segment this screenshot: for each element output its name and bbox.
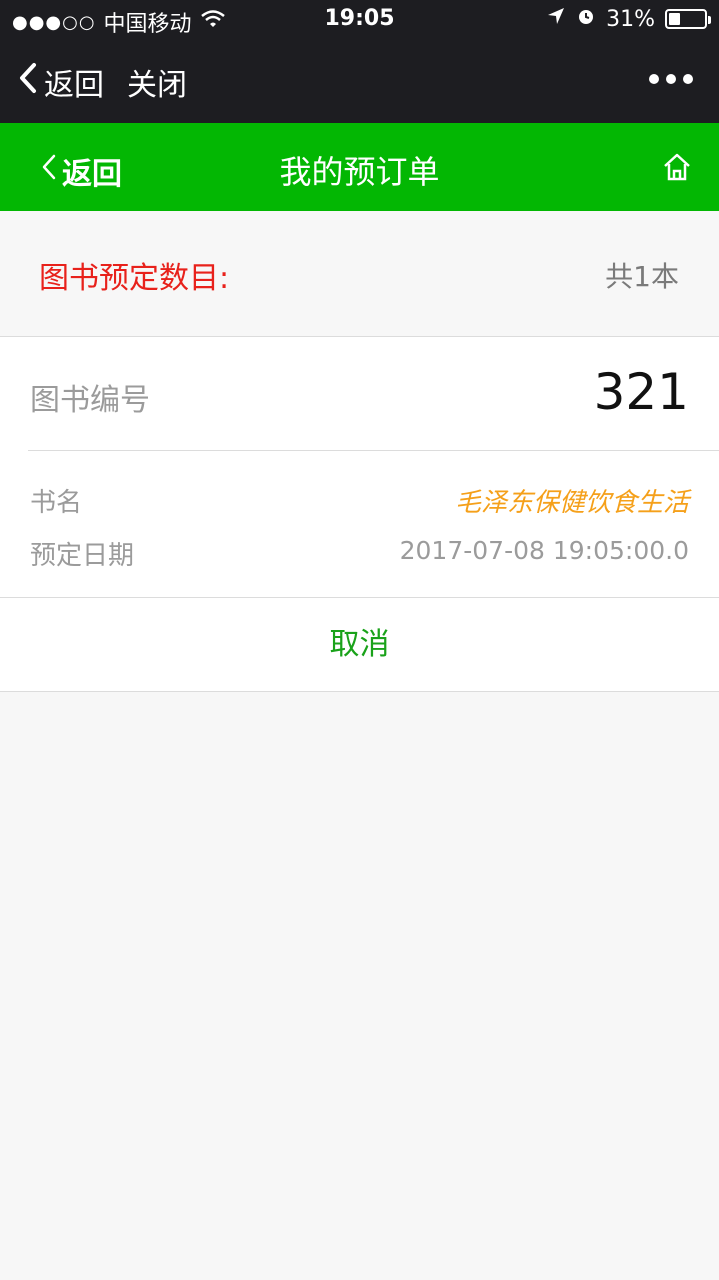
divider [28, 450, 719, 451]
battery-icon [665, 9, 711, 29]
reserve-date-value: 2017-07-08 19:05:00.0 [399, 536, 689, 565]
book-title-label: 书名 [30, 488, 83, 518]
wechat-back-button[interactable]: 返回 [18, 60, 104, 104]
book-id-value: 321 [593, 363, 689, 421]
wechat-nav-bar: 返回 关闭 [0, 40, 719, 123]
wechat-close-button[interactable]: 关闭 [127, 60, 187, 104]
alarm-clock-icon [576, 6, 596, 32]
cancel-button[interactable]: 取消 [0, 598, 719, 692]
status-bar: ●●●○○ 中国移动 19:05 31% [0, 0, 719, 40]
more-dots-icon[interactable] [649, 74, 693, 84]
order-card: 图书编号 321 书名 毛泽东保健饮食生活 预定日期 2017-07-08 19… [0, 337, 719, 598]
summary-count: 共1本 [605, 260, 679, 293]
chevron-left-icon [18, 62, 38, 102]
order-summary: 图书预定数目: 共1本 [0, 211, 719, 337]
home-icon[interactable] [661, 151, 693, 187]
status-right: 31% [546, 6, 711, 32]
app-header: 返回 我的预订单 [0, 123, 719, 211]
battery-percent: 31% [606, 6, 655, 32]
battery-fill [669, 13, 680, 25]
screen: ●●●○○ 中国移动 19:05 31% 返回 关闭 返回 我的预订单 图书预定… [0, 0, 719, 1280]
reserve-date-label: 预定日期 [30, 541, 135, 571]
book-id-label: 图书编号 [30, 383, 150, 418]
book-title-value: 毛泽东保健饮食生活 [454, 488, 689, 518]
book-id-row: 图书编号 321 [0, 337, 719, 450]
location-arrow-icon [546, 6, 566, 32]
summary-label: 图书预定数目: [39, 261, 230, 296]
wechat-back-label: 返回 [44, 68, 104, 103]
page-title: 我的预订单 [279, 153, 440, 191]
